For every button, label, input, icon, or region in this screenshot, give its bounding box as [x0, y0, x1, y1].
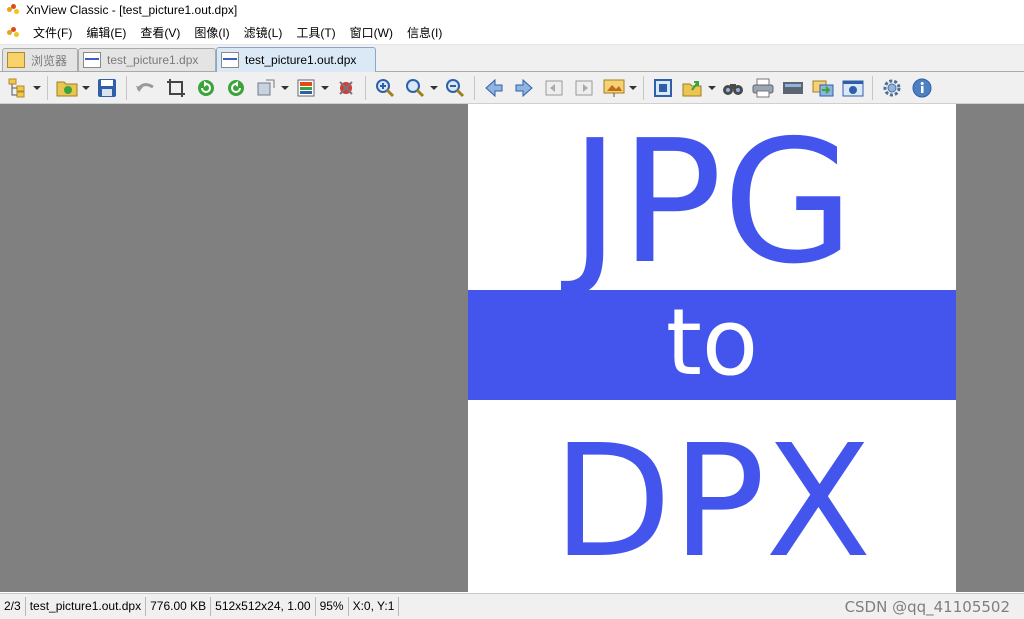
status-filename: test_picture1.out.dpx: [26, 597, 147, 616]
color-adjust-icon[interactable]: [294, 76, 318, 100]
image-viewer[interactable]: JPG to DPX: [0, 104, 1024, 592]
image-text-dpx: DPX: [552, 411, 872, 592]
transform-dropdown[interactable]: [281, 76, 289, 100]
image-text-to: to: [665, 289, 759, 396]
displayed-image: JPG to DPX: [468, 104, 956, 592]
separator: [47, 75, 48, 100]
separator: [643, 75, 644, 100]
next-icon[interactable]: [512, 76, 536, 100]
open-folder-icon[interactable]: [55, 76, 79, 100]
title-bar: XnView Classic - [test_picture1.out.dpx]: [0, 0, 1024, 20]
toolbar: [0, 72, 1024, 104]
crop-icon[interactable]: [164, 76, 188, 100]
settings-icon[interactable]: [880, 76, 904, 100]
menu-file[interactable]: 文件(F): [26, 23, 79, 43]
separator: [474, 75, 475, 100]
save-icon[interactable]: [95, 76, 119, 100]
tree-icon[interactable]: [6, 76, 30, 100]
tab-label: test_picture1.out.dpx: [245, 53, 357, 67]
slideshow-dropdown[interactable]: [629, 76, 637, 100]
convert-icon[interactable]: [811, 76, 835, 100]
color-dropdown[interactable]: [321, 76, 329, 100]
menu-bar: 文件(F) 编辑(E) 查看(V) 图像(I) 滤镜(L) 工具(T) 窗口(W…: [0, 22, 1024, 45]
previous-icon[interactable]: [482, 76, 506, 100]
menu-info[interactable]: 信息(I): [400, 23, 449, 43]
status-position: 2/3: [0, 597, 26, 616]
capture-icon[interactable]: [841, 76, 865, 100]
separator: [365, 75, 366, 100]
separator: [872, 75, 873, 100]
undo-icon[interactable]: [134, 76, 158, 100]
tab-test-picture1-out[interactable]: test_picture1.out.dpx: [216, 47, 376, 72]
zoom-icon[interactable]: [403, 76, 427, 100]
zoom-out-icon[interactable]: [443, 76, 467, 100]
image-file-icon: [221, 52, 239, 68]
watermark: CSDN @qq_41105502: [844, 598, 1010, 616]
separator: [126, 75, 127, 100]
status-zoom: 95%: [316, 597, 349, 616]
menu-tools[interactable]: 工具(T): [289, 23, 342, 43]
image-file-icon: [83, 52, 101, 68]
status-filesize: 776.00 KB: [146, 597, 212, 616]
status-coordinates: X:0, Y:1: [349, 597, 400, 616]
tab-bar: 浏览器 test_picture1.dpx test_picture1.out.…: [0, 45, 1024, 72]
transform-icon[interactable]: [254, 76, 278, 100]
system-menu-icon[interactable]: [6, 26, 20, 40]
window-title: XnView Classic - [test_picture1.out.dpx]: [26, 3, 238, 17]
find-icon[interactable]: [721, 76, 745, 100]
tab-test-picture1[interactable]: test_picture1.dpx: [78, 48, 216, 71]
open-dropdown[interactable]: [82, 76, 90, 100]
menu-edit[interactable]: 编辑(E): [79, 23, 133, 43]
tab-label: test_picture1.dpx: [107, 53, 199, 67]
image-band: to: [468, 290, 956, 400]
tree-dropdown[interactable]: [33, 76, 41, 100]
menu-window[interactable]: 窗口(W): [343, 23, 400, 43]
zoom-in-icon[interactable]: [373, 76, 397, 100]
status-dimensions: 512x512x24, 1.00: [211, 597, 316, 616]
menu-image[interactable]: 图像(I): [187, 23, 236, 43]
menu-view[interactable]: 查看(V): [133, 23, 187, 43]
xnview-app-icon: [6, 3, 20, 17]
tab-label: 浏览器: [31, 53, 68, 68]
info-icon[interactable]: [910, 76, 934, 100]
menu-filter[interactable]: 滤镜(L): [237, 23, 290, 43]
rotate-left-icon[interactable]: [194, 76, 218, 100]
rotate-right-icon[interactable]: [224, 76, 248, 100]
slideshow-icon[interactable]: [602, 76, 626, 100]
zoom-dropdown[interactable]: [430, 76, 438, 100]
first-page-icon[interactable]: [542, 76, 566, 100]
status-bar: 2/3 test_picture1.out.dpx 776.00 KB 512x…: [0, 593, 1024, 619]
tab-browser[interactable]: 浏览器: [2, 48, 78, 71]
export-icon[interactable]: [681, 76, 705, 100]
image-text-jpg: JPG: [569, 104, 855, 302]
scan-icon[interactable]: [781, 76, 805, 100]
print-icon[interactable]: [751, 76, 775, 100]
export-dropdown[interactable]: [708, 76, 716, 100]
last-page-icon[interactable]: [572, 76, 596, 100]
browser-icon: [7, 52, 25, 68]
remove-red-eye-icon[interactable]: [334, 76, 358, 100]
fullscreen-icon[interactable]: [651, 76, 675, 100]
